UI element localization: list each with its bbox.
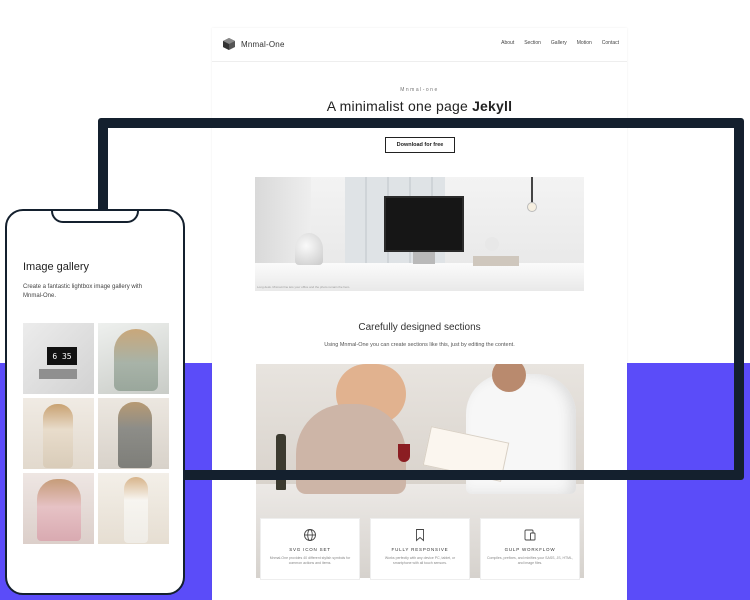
gallery-image-woman-white-dress[interactable] bbox=[98, 473, 169, 544]
nav-motion[interactable]: Motion bbox=[577, 40, 592, 46]
gallery-image-woman-coat[interactable] bbox=[23, 398, 94, 469]
image-gallery-grid: 6 35 bbox=[23, 323, 169, 545]
cube-logo-icon bbox=[223, 38, 235, 50]
hero-headline: A minimalist one page Jekyll bbox=[212, 98, 627, 114]
feature-cards: SVG ICON SET Mnmal-One provides 40 diffe… bbox=[260, 518, 580, 580]
nav-section[interactable]: Section bbox=[524, 40, 541, 46]
headline-bold: Jekyll bbox=[472, 98, 513, 114]
feature-title: SVG ICON SET bbox=[289, 547, 331, 552]
feature-desc: Compiles, prefixes, and minifies your SA… bbox=[487, 556, 573, 566]
globe-icon bbox=[304, 529, 316, 541]
site-header: Mnmal-One About Section Gallery Motion C… bbox=[212, 28, 627, 62]
feature-card-svg-icons: SVG ICON SET Mnmal-One provides 40 diffe… bbox=[260, 518, 360, 580]
feature-title: GULP WORKFLOW bbox=[504, 547, 556, 552]
feature-title: FULLY RESPONSIVE bbox=[391, 547, 449, 552]
gallery-image-woman-sweater[interactable] bbox=[98, 323, 169, 394]
gallery-image-woman-pink[interactable] bbox=[23, 473, 94, 544]
logo-text: Mnmal-One bbox=[241, 39, 285, 49]
nav-about[interactable]: About bbox=[501, 40, 514, 46]
feature-desc: Mnmal-One provides 40 different stylish … bbox=[269, 556, 351, 566]
site-logo[interactable]: Mnmal-One bbox=[222, 37, 285, 51]
feature-card-gulp: GULP WORKFLOW Compiles, prefixes, and mi… bbox=[480, 518, 580, 580]
headline-prefix: A minimalist one page bbox=[326, 98, 468, 114]
feature-card-responsive: FULLY RESPONSIVE Works perfectly with an… bbox=[370, 518, 470, 580]
feature-desc: Works perfectly with any device PC, tabl… bbox=[384, 556, 456, 566]
nav-gallery[interactable]: Gallery bbox=[551, 40, 567, 46]
hero-eyebrow: Mnmal-one bbox=[400, 87, 439, 93]
clock-display: 6 35 bbox=[47, 347, 77, 365]
main-nav: About Section Gallery Motion Contact bbox=[501, 40, 619, 46]
gallery-image-clock-desk[interactable]: 6 35 bbox=[23, 323, 94, 394]
devices-icon bbox=[524, 529, 536, 541]
bookmark-icon bbox=[416, 529, 424, 542]
gallery-image-woman-grey-coat[interactable] bbox=[98, 398, 169, 469]
desktop-monitor-frame bbox=[98, 118, 744, 480]
gallery-description: Create a fantastic lightbox image galler… bbox=[23, 284, 143, 300]
phone-mockup: Image gallery Create a fantastic lightbo… bbox=[5, 209, 185, 595]
gallery-title: Image gallery bbox=[23, 261, 90, 273]
nav-contact[interactable]: Contact bbox=[602, 40, 619, 46]
phone-notch bbox=[51, 211, 139, 223]
